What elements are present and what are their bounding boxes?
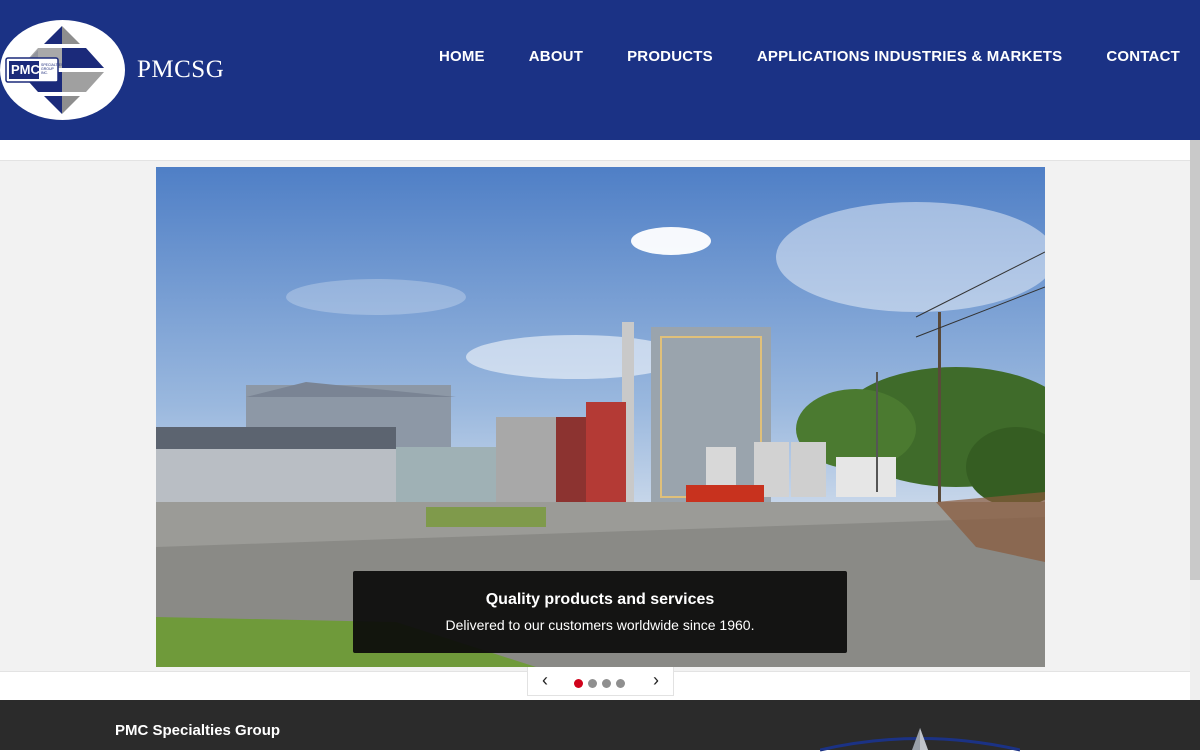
nav-contact[interactable]: CONTACT [1106, 48, 1180, 65]
caption-title: Quality products and services [485, 591, 715, 608]
site-header: PMC SPECIALTIES GROUP INC. PMCSG HOME AB… [0, 0, 1200, 140]
slide-dot-2[interactable] [588, 679, 597, 688]
chevron-left-icon[interactable]: ‹ [531, 669, 559, 693]
company-logo[interactable]: PMC SPECIALTIES GROUP INC. [0, 20, 125, 120]
footer-logo-icon [820, 728, 1020, 752]
nav-products[interactable]: PRODUCTS [627, 48, 713, 65]
slide-dot-1[interactable] [574, 679, 583, 688]
logo-subtext: SPECIALTIES GROUP INC. [41, 63, 64, 75]
slide-caption: Quality products and services Delivered … [353, 571, 847, 653]
chevron-right-icon[interactable]: › [642, 669, 670, 693]
site-title[interactable]: PMCSG [137, 56, 224, 84]
footer-company-name: PMC Specialties Group [115, 722, 281, 739]
nav-applications[interactable]: APPLICATIONS INDUSTRIES & MARKETS [757, 48, 1063, 65]
slide-dot-3[interactable] [602, 679, 611, 688]
main-nav: HOME ABOUT PRODUCTS APPLICATIONS INDUSTR… [395, 48, 1180, 65]
nav-home[interactable]: HOME [439, 48, 485, 65]
caption-text: Delivered to our customers worldwide sin… [445, 617, 755, 633]
slider-controls: ‹ › [527, 667, 674, 696]
nav-about[interactable]: ABOUT [529, 48, 583, 65]
slide-dot-4[interactable] [616, 679, 625, 688]
logo-text: PMC [11, 62, 40, 77]
scrollbar-thumb[interactable] [1190, 140, 1200, 580]
site-footer: PMC Specialties Group [0, 700, 1200, 752]
